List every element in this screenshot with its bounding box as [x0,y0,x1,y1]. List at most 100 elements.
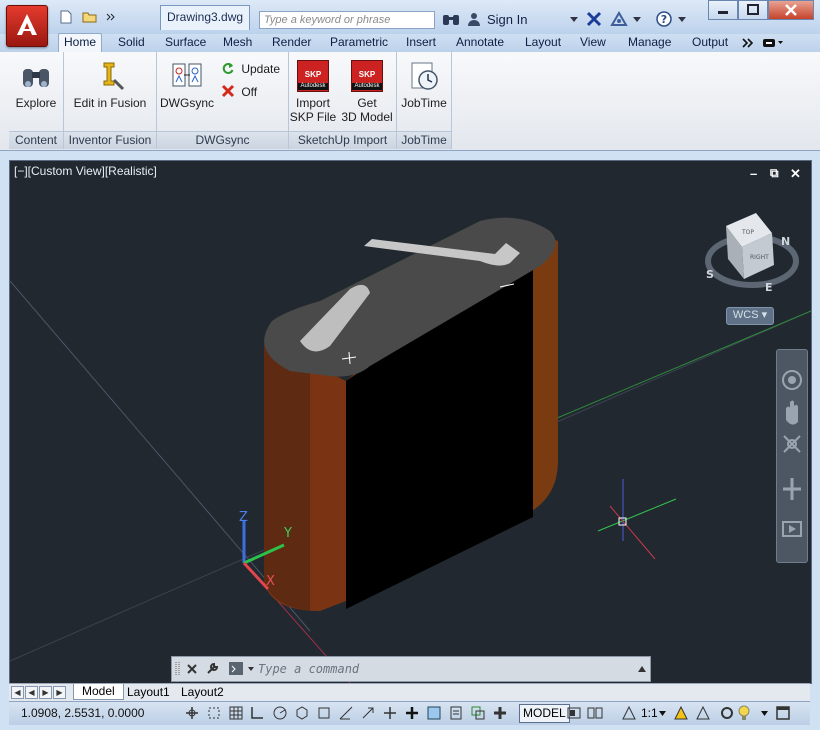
ribbon-minimize-icon[interactable] [762,38,784,48]
auto-scale-icon[interactable] [695,705,711,721]
last-layout-icon[interactable]: ▶ [53,686,66,699]
panel-title-dwgsync: DWGsync [157,131,288,149]
chevron-down-icon[interactable] [248,667,254,671]
skp-file-label: SKP File [289,110,337,124]
model-space-button[interactable]: MODEL [519,704,570,723]
annotation-monitor-icon[interactable] [492,705,508,721]
tab-home[interactable]: Home [58,33,103,52]
search-input[interactable] [259,11,435,29]
tab-mesh[interactable]: Mesh [218,34,257,52]
command-input[interactable] [258,661,618,676]
tab-solid[interactable]: Solid [113,34,150,52]
chevron-down-icon[interactable] [633,17,641,22]
chevron-up-icon[interactable] [638,666,646,672]
close-icon[interactable] [186,663,198,675]
quick-view-layouts-icon[interactable] [566,705,582,721]
off-label: Off [241,85,258,99]
panel-title-sketchup-import: SketchUp Import [289,131,396,149]
tab-annotate[interactable]: Annotate [451,34,509,52]
update-button[interactable]: Update [221,61,280,76]
polar-tracking-icon[interactable] [272,705,288,721]
tab-parametric[interactable]: Parametric [325,34,393,52]
clean-screen-icon[interactable] [775,705,791,721]
pan-hand-icon[interactable] [786,400,798,425]
compass-n-label: N [781,235,790,248]
wcs-menu-button[interactable]: WCS ▾ [726,307,774,325]
minimize-icon [718,11,728,14]
object-snap-tracking-icon[interactable] [338,705,354,721]
annotation-scale-value[interactable]: 1:1 [641,706,658,720]
explore-button[interactable]: Explore [9,60,63,110]
tab-layout1[interactable]: Layout1 [127,685,170,699]
annotation-visibility-icon[interactable] [673,705,689,721]
tab-layout[interactable]: Layout [520,34,566,52]
maximize-icon [747,4,759,15]
more-quick-access-icon[interactable] [106,10,116,24]
ortho-mode-icon[interactable] [249,705,265,721]
binoculars-icon[interactable] [442,11,460,27]
3d-object-snap-icon[interactable] [294,705,310,721]
chevron-down-icon[interactable] [678,17,686,22]
new-file-icon[interactable] [58,10,74,24]
jerry-can-model[interactable] [264,217,558,611]
drawing-viewport[interactable]: [−][Custom View][Realistic] – ⧉ ✕ TOP RI… [9,160,812,684]
quick-view-drawings-icon[interactable] [587,705,603,721]
object-snap-icon[interactable] [316,705,332,721]
tab-insert[interactable]: Insert [401,34,441,52]
command-prompt-icon[interactable] [228,661,244,676]
dynamic-ucs-icon[interactable] [360,705,376,721]
close-window-button[interactable] [768,0,814,20]
snap-mode-icon[interactable] [206,705,222,721]
off-button[interactable]: Off [221,84,257,99]
infer-constraints-icon[interactable] [184,705,200,721]
dwgsync-button[interactable]: DWGsync [159,60,215,110]
lightbulb-icon[interactable] [736,705,752,721]
next-layout-icon[interactable]: ▶ [39,686,52,699]
coordinates-readout[interactable]: 1.0908, 2.5531, 0.0000 [21,706,144,720]
jobtime-button[interactable]: JobTime [397,60,451,110]
edit-in-fusion-button[interactable]: Edit in Fusion [64,60,156,110]
minimize-button[interactable] [708,0,738,20]
sign-in-link[interactable]: Sign In [487,12,527,27]
viewcube[interactable]: TOP RIGHT N E S [705,213,799,294]
wrench-icon[interactable] [205,662,219,676]
orbit-icon[interactable] [783,478,801,500]
application-menu-button[interactable] [6,5,48,47]
compass-e-label: E [765,281,773,294]
tab-view[interactable]: View [575,34,611,52]
more-tabs-icon[interactable] [742,38,754,48]
document-tab[interactable]: Drawing3.dwg [160,5,251,30]
workspace-switching-icon[interactable] [719,705,735,721]
tab-surface[interactable]: Surface [160,34,211,52]
grid-display-icon[interactable] [228,705,244,721]
transparency-icon[interactable] [426,705,442,721]
quick-properties-icon[interactable] [448,705,464,721]
autocad-logo-icon [17,14,37,35]
selection-cycling-icon[interactable] [470,705,486,721]
get-3d-model-button[interactable]: SKP Autodesk Get 3D Model [339,60,395,124]
annotation-scale-icon[interactable] [621,705,637,721]
open-folder-icon[interactable] [82,10,98,24]
lineweight-icon[interactable] [404,705,420,721]
fusion-edit-icon [103,62,125,91]
grip-handle-icon[interactable] [175,661,181,677]
help-icon[interactable]: ? [656,11,672,27]
exchange-x-icon[interactable] [586,11,602,27]
tab-render[interactable]: Render [267,34,316,52]
tab-manage[interactable]: Manage [623,34,676,52]
zoom-extents-icon[interactable] [783,435,801,453]
tab-model[interactable]: Model [73,684,124,700]
chevron-down-icon[interactable] [570,17,578,22]
prev-layout-icon[interactable]: ◀ [25,686,38,699]
red-x-icon [221,84,235,98]
chevron-down-icon[interactable] [761,711,768,716]
autodesk-360-icon[interactable] [610,11,628,27]
dynamic-input-icon[interactable] [382,705,398,721]
maximize-button[interactable] [738,0,768,20]
chevron-down-icon[interactable] [659,711,666,716]
first-layout-icon[interactable]: ◀ [11,686,24,699]
ribbon-tab-bar: Home Solid Surface Mesh Render Parametri… [0,33,820,52]
tab-output[interactable]: Output [687,34,733,52]
tab-layout2[interactable]: Layout2 [181,685,224,699]
import-skp-file-button[interactable]: SKP Autodesk Import SKP File [289,60,337,124]
